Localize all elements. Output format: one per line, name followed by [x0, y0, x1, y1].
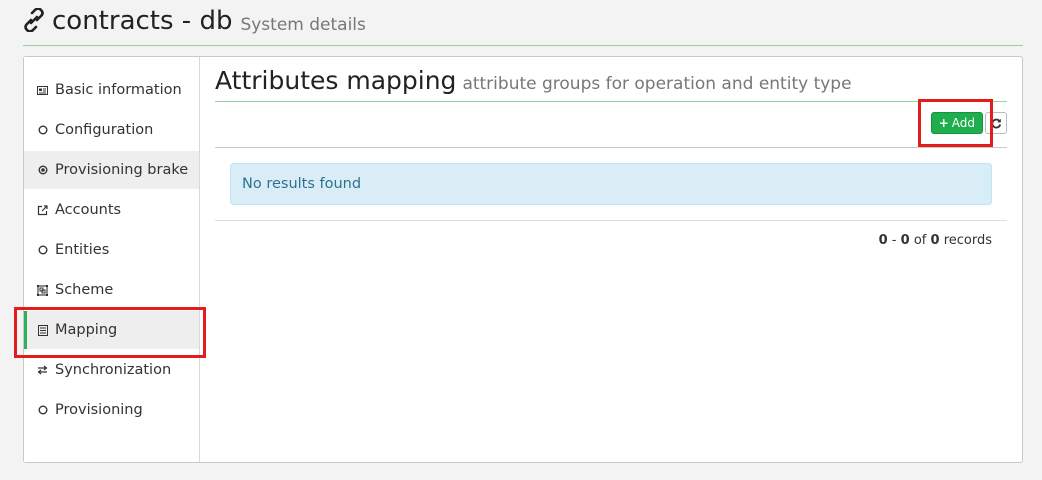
sidebar-item-configuration[interactable]: Configuration: [24, 111, 199, 149]
page-subtitle: System details: [240, 15, 366, 35]
refresh-button[interactable]: [985, 112, 1007, 134]
plus-icon: +: [938, 116, 949, 130]
sidebar-item-label: Basic information: [55, 82, 182, 98]
add-button-label: Add: [951, 116, 975, 130]
pagination-from: 0: [878, 233, 888, 248]
exchange-icon: [37, 365, 48, 376]
sidebar-item-provisioning-brake[interactable]: Provisioning brake: [24, 151, 199, 189]
object-group-icon: [37, 284, 48, 296]
page-header: contracts - db System details: [23, 0, 1023, 46]
refresh-icon: [990, 118, 1001, 128]
no-results-message: No results found: [242, 176, 362, 192]
sidebar-item-label: Mapping: [55, 322, 118, 338]
sidebar-item-synchronization[interactable]: Synchronization: [24, 351, 199, 389]
system-detail-panel: Basic information Configuration Provisio…: [23, 56, 1023, 463]
sidebar-item-label: Entities: [55, 242, 110, 258]
sidebar-item-label: Synchronization: [55, 362, 172, 378]
pagination-total: 0: [930, 233, 940, 248]
pagination-info: 0 - 0 of 0 records: [879, 233, 992, 248]
sidebar-item-basic-information[interactable]: Basic information: [24, 71, 199, 109]
sidebar-item-entities[interactable]: Entities: [24, 231, 199, 269]
divider: [215, 220, 1007, 221]
sidebar-item-label: Provisioning: [55, 402, 143, 418]
section-title: Attributes mapping: [215, 66, 457, 95]
section-subtitle: attribute groups for operation and entit…: [462, 74, 852, 94]
add-button[interactable]: + Add: [930, 112, 983, 134]
no-results-alert: No results found: [230, 163, 992, 205]
sidebar-item-label: Accounts: [55, 202, 122, 218]
dot-circle-icon: [37, 165, 48, 176]
sidebar-item-mapping[interactable]: Mapping: [24, 311, 199, 349]
pagination-separator: -: [891, 233, 897, 248]
pagination-to: 0: [900, 233, 910, 248]
circle-outline-icon: [37, 245, 48, 256]
toolbar: + Add: [215, 102, 1007, 148]
sidebar-item-label: Scheme: [55, 282, 114, 298]
sidebar: Basic information Configuration Provisio…: [24, 57, 200, 462]
list-alt-icon: [37, 324, 48, 336]
sidebar-item-accounts[interactable]: Accounts: [24, 191, 199, 229]
sidebar-item-scheme[interactable]: Scheme: [24, 271, 199, 309]
circle-outline-icon: [37, 125, 48, 136]
link-icon: [24, 8, 44, 32]
id-card-icon: [37, 85, 48, 96]
sidebar-item-label: Configuration: [55, 122, 154, 138]
external-link-icon: [37, 204, 48, 216]
pagination-of: of: [913, 233, 927, 248]
pagination-unit: records: [943, 233, 992, 248]
content-header: Attributes mapping attribute groups for …: [215, 57, 1007, 102]
sidebar-item-label: Provisioning brake: [55, 162, 189, 178]
sidebar-item-provisioning[interactable]: Provisioning: [24, 391, 199, 429]
content-area: Attributes mapping attribute groups for …: [215, 57, 1007, 462]
circle-outline-icon: [37, 405, 48, 416]
page-title: contracts - db: [52, 6, 233, 36]
